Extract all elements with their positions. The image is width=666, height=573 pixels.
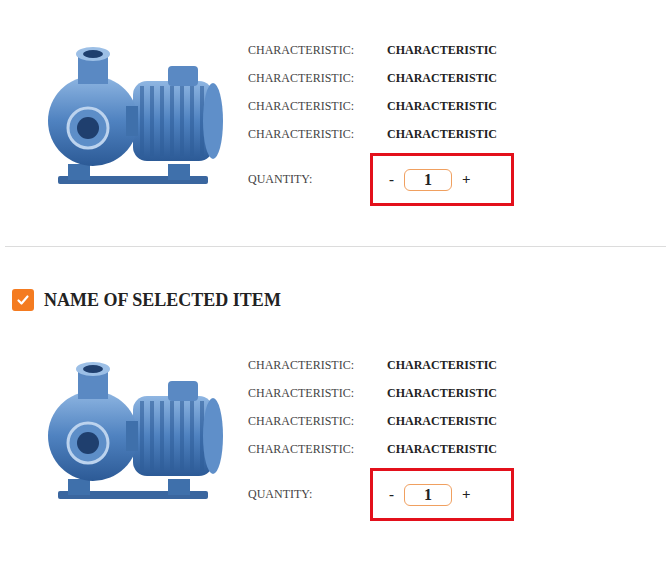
quantity-label: QUANTITY: [248, 172, 370, 187]
characteristic-label: CHARACTERISTIC: [248, 71, 387, 86]
cart-item: CHARACTERISTIC: CHARACTERISTICCHARACTERI… [0, 0, 666, 246]
increase-button[interactable]: + [460, 486, 473, 503]
quantity-input[interactable]: 1 [404, 169, 452, 191]
characteristic-row: CHARACTERISTIC: CHARACTERISTIC [248, 351, 514, 379]
divider [5, 246, 666, 247]
characteristic-label: CHARACTERISTIC: [248, 414, 387, 429]
characteristic-label: CHARACTERISTIC: [248, 99, 387, 114]
cart-page: CHARACTERISTIC: CHARACTERISTICCHARACTERI… [0, 0, 666, 573]
item-checkbox[interactable] [12, 289, 34, 311]
characteristic-value: CHARACTERISTIC [387, 71, 497, 86]
quantity-row: QUANTITY: - 1 + [248, 153, 514, 206]
check-icon [16, 293, 30, 307]
characteristic-row: CHARACTERISTIC: CHARACTERISTIC [248, 379, 514, 407]
characteristic-value: CHARACTERISTIC [387, 127, 497, 142]
characteristic-label: CHARACTERISTIC: [248, 386, 387, 401]
decrease-button[interactable]: - [387, 171, 396, 188]
quantity-row: QUANTITY: - 1 + [248, 468, 514, 521]
characteristic-value: CHARACTERISTIC [387, 414, 497, 429]
characteristic-label: CHARACTERISTIC: [248, 442, 387, 457]
quantity-label: QUANTITY: [248, 487, 370, 502]
characteristic-label: CHARACTERISTIC: [248, 358, 387, 373]
item-name: NAME OF SELECTED ITEM [44, 290, 281, 311]
quantity-control: - 1 + [370, 153, 514, 206]
characteristic-label: CHARACTERISTIC: [248, 127, 387, 142]
quantity-input[interactable]: 1 [404, 484, 452, 506]
characteristic-row: CHARACTERISTIC: CHARACTERISTIC [248, 120, 514, 148]
characteristic-label: CHARACTERISTIC: [248, 43, 387, 58]
pump-image [38, 36, 228, 196]
characteristic-row: CHARACTERISTIC: CHARACTERISTIC [248, 36, 514, 64]
characteristic-value: CHARACTERISTIC [387, 442, 497, 457]
increase-button[interactable]: + [460, 171, 473, 188]
characteristic-value: CHARACTERISTIC [387, 99, 497, 114]
cart-item: NAME OF SELECTED ITEM CHARACTERISTIC: CH… [0, 247, 666, 561]
characteristic-row: CHARACTERISTIC: CHARACTERISTIC [248, 435, 514, 463]
item-header: NAME OF SELECTED ITEM [12, 289, 666, 311]
characteristics: CHARACTERISTIC: CHARACTERISTICCHARACTERI… [248, 36, 514, 206]
characteristic-value: CHARACTERISTIC [387, 43, 497, 58]
characteristic-value: CHARACTERISTIC [387, 358, 497, 373]
characteristic-row: CHARACTERISTIC: CHARACTERISTIC [248, 407, 514, 435]
characteristic-row: CHARACTERISTIC: CHARACTERISTIC [248, 92, 514, 120]
pump-image [38, 351, 228, 511]
decrease-button[interactable]: - [387, 486, 396, 503]
characteristic-value: CHARACTERISTIC [387, 386, 497, 401]
characteristic-row: CHARACTERISTIC: CHARACTERISTIC [248, 64, 514, 92]
characteristics: CHARACTERISTIC: CHARACTERISTICCHARACTERI… [248, 351, 514, 521]
quantity-control: - 1 + [370, 468, 514, 521]
